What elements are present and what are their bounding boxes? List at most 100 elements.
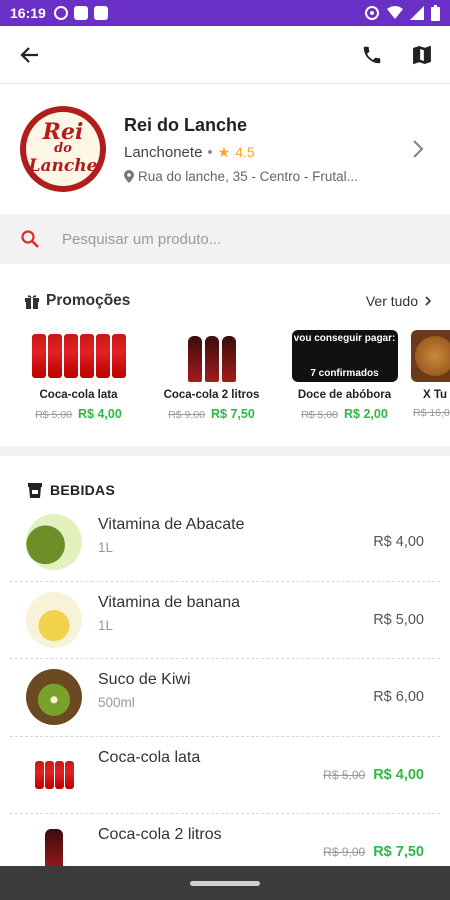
- category-section: BEBIDAS Vitamina de Abacate 1L R$ 4,00 V…: [0, 456, 450, 866]
- product-description: 1L: [98, 617, 114, 633]
- product-image: [26, 669, 82, 726]
- gift-icon: [25, 295, 39, 309]
- chevron-right-icon[interactable]: [406, 137, 430, 161]
- product-description: 1L: [98, 540, 114, 555]
- separator-dot: •: [207, 143, 213, 161]
- product-prices: R$ 9,00 R$ 7,50: [323, 844, 424, 860]
- home-gesture-handle[interactable]: [190, 880, 260, 886]
- list-item[interactable]: Suco de Kiwi 500ml R$ 6,00: [10, 659, 440, 737]
- map-button[interactable]: [408, 41, 436, 69]
- store-info: Rei do Lanche Lanchonete • ★ 4.5 Rua do …: [124, 115, 398, 184]
- promo-old-price: R$ 5,00: [35, 409, 72, 421]
- product-old-price: R$ 9,00: [323, 845, 366, 860]
- product-image: [25, 330, 132, 382]
- promo-price: R$ 7,50: [211, 407, 255, 421]
- app-notification-icon: [53, 6, 68, 20]
- product-image: [26, 514, 82, 571]
- promo-name: X Tu: [423, 389, 448, 401]
- store-category-row: Lanchonete • ★ 4.5: [124, 144, 398, 161]
- battery-icon: [431, 5, 440, 21]
- store-logo: Rei do Lanche: [20, 106, 106, 192]
- map-icon: [413, 45, 431, 64]
- product-price: R$ 6,00: [373, 689, 424, 706]
- section-title: BEBIDAS: [50, 482, 116, 498]
- wifi-icon: [387, 6, 403, 19]
- search-bar[interactable]: [0, 214, 450, 264]
- back-button[interactable]: [14, 39, 46, 71]
- data-saver-icon: [365, 6, 379, 20]
- section-divider: [0, 446, 450, 456]
- promo-prices: R$ 5,00 R$ 4,00: [35, 407, 122, 421]
- promotions-title: Promoções: [46, 292, 131, 309]
- promo-old-price: R$ 16,0: [413, 407, 450, 419]
- promo-prices: R$ 9,00 R$ 7,50: [168, 407, 255, 421]
- product-price: R$ 7,50: [373, 844, 424, 861]
- product-price: R$ 4,00: [373, 766, 424, 783]
- product-image: [158, 330, 265, 382]
- call-button[interactable]: [358, 41, 386, 69]
- product-image: vou conseguir pagar: 7 confirmados: [291, 330, 398, 382]
- see-all-button[interactable]: Ver tudo: [366, 293, 432, 309]
- phone-icon: [363, 46, 381, 63]
- product-price: R$ 4,00: [373, 534, 424, 551]
- product-image: [26, 746, 82, 803]
- product-image: [411, 330, 450, 382]
- location-pin-icon: [124, 169, 134, 183]
- list-item[interactable]: Coca-cola 2 litros R$ 9,00 R$ 7,50: [10, 814, 440, 866]
- store-address: Rua do lanche, 35 - Centro - Frutal...: [138, 168, 358, 184]
- store-rating: 4.5: [235, 144, 255, 160]
- product-name: Coca-cola 2 litros: [98, 826, 222, 843]
- list-item[interactable]: Vitamina de Abacate 1L R$ 4,00: [10, 504, 440, 582]
- product-price: R$ 5,00: [373, 611, 424, 628]
- logo-text: Rei: [42, 119, 84, 145]
- search-icon: [21, 230, 39, 248]
- product-image: [26, 591, 82, 648]
- app-bar: [0, 26, 450, 84]
- logo-text: do: [54, 141, 72, 156]
- product-old-price: R$ 5,00: [323, 767, 366, 782]
- store-address-row: Rua do lanche, 35 - Centro - Frutal...: [124, 169, 398, 184]
- product-name: Vitamina de Abacate: [98, 516, 245, 533]
- chevron-right-icon: [425, 296, 432, 306]
- product-name: Vitamina de banana: [98, 593, 241, 611]
- promo-prices: R$ 5,00 R$ 2,00: [301, 407, 388, 421]
- store-header[interactable]: Rei do Lanche Rei do Lanche Lanchonete •…: [0, 84, 450, 214]
- notification-icon: [73, 6, 88, 20]
- arrow-left-icon: [20, 46, 38, 63]
- logo-text: Lanche: [28, 156, 98, 176]
- list-item[interactable]: Vitamina de banana 1L R$ 5,00: [10, 582, 440, 659]
- product-prices: R$ 5,00 R$ 4,00: [323, 767, 424, 783]
- notification-icon: [93, 6, 108, 20]
- search-input[interactable]: [62, 230, 362, 248]
- product-image: [26, 824, 82, 866]
- status-bar: 16:19: [0, 0, 450, 26]
- product-name: Coca-cola lata: [98, 748, 201, 766]
- store-category: Lanchonete: [124, 143, 203, 161]
- promo-prices: R$ 16,0: [411, 407, 450, 419]
- store-name: Rei do Lanche: [124, 114, 248, 135]
- product-name: Suco de Kiwi: [98, 671, 191, 688]
- status-time: 16:19: [10, 5, 46, 21]
- promo-card[interactable]: X Tu R$ 16,0: [411, 330, 450, 421]
- promo-old-price: R$ 9,00: [168, 409, 205, 421]
- thumb-text: vou conseguir pagar:: [293, 333, 396, 344]
- promo-price: R$ 2,00: [344, 407, 388, 421]
- thumb-text: 7 confirmados: [310, 368, 379, 379]
- star-icon: ★: [217, 143, 231, 160]
- promo-old-price: R$ 5,00: [301, 409, 338, 421]
- promo-name: Doce de abóbora: [297, 389, 392, 401]
- promotions-header: Promoções Ver tudo: [0, 264, 450, 310]
- promotions-carousel[interactable]: Coca-cola lata R$ 5,00 R$ 4,00 Coca-cola…: [0, 330, 450, 421]
- list-item[interactable]: Coca-cola lata R$ 5,00 R$ 4,00: [10, 737, 440, 814]
- system-nav-bar: [0, 866, 450, 900]
- cup-icon: [28, 483, 42, 498]
- promotions-section: Promoções Ver tudo Coca-cola lata R$ 5,0…: [0, 264, 450, 446]
- product-description: 500ml: [98, 695, 135, 710]
- promo-card[interactable]: Coca-cola 2 litros R$ 9,00 R$ 7,50: [145, 330, 278, 421]
- section-header: BEBIDAS: [0, 456, 450, 504]
- see-all-label: Ver tudo: [365, 293, 418, 309]
- promo-price: R$ 4,00: [78, 407, 122, 421]
- promo-card[interactable]: Coca-cola lata R$ 5,00 R$ 4,00: [12, 330, 145, 421]
- promo-name: Coca-cola lata: [39, 389, 118, 401]
- promo-card[interactable]: vou conseguir pagar: 7 confirmados Doce …: [278, 330, 411, 421]
